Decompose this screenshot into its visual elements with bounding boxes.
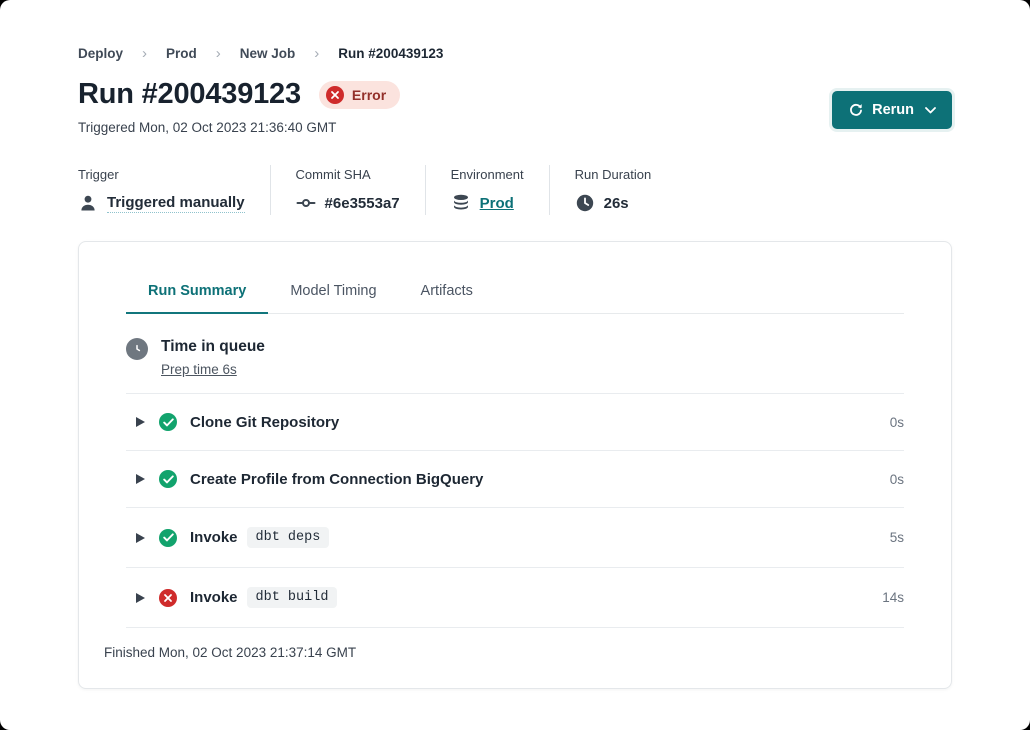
chevron-down-icon [925, 107, 936, 114]
person-icon [78, 193, 98, 213]
caret-right-icon[interactable] [136, 417, 145, 427]
step-row-invoke-dbt-build[interactable]: Invoke dbt build 14s [126, 568, 904, 627]
step-duration: 0s [890, 415, 904, 430]
meta-run-duration: Run Duration 26s [549, 165, 677, 215]
meta-trigger: Trigger Triggered manually [78, 165, 270, 215]
tab-bar: Run Summary Model Timing Artifacts [126, 270, 904, 314]
finished-timestamp: Finished Mon, 02 Oct 2023 21:37:14 GMT [104, 645, 926, 688]
trigger-value[interactable]: Triggered manually [107, 194, 245, 213]
chevron-right-icon: › [142, 45, 147, 62]
error-circle-icon [159, 589, 177, 607]
triggered-timestamp: Triggered Mon, 02 Oct 2023 21:36:40 GMT [78, 120, 952, 135]
step-duration: 5s [890, 530, 904, 545]
breadcrumb-new-job[interactable]: New Job [240, 46, 296, 61]
step-row-invoke-dbt-deps[interactable]: Invoke dbt deps 5s [126, 508, 904, 567]
meta-commit-label: Commit SHA [296, 167, 400, 182]
environment-link[interactable]: Prod [480, 195, 514, 212]
rerun-button-label: Rerun [872, 102, 914, 118]
divider [126, 627, 904, 628]
step-row-create-profile[interactable]: Create Profile from Connection BigQuery … [126, 451, 904, 507]
prep-time-link[interactable]: Prep time 6s [161, 362, 237, 377]
meta-environment: Environment Prod [425, 165, 549, 215]
error-circle-icon [326, 86, 344, 104]
step-command-chip: dbt deps [247, 527, 330, 548]
success-check-icon [159, 413, 177, 431]
breadcrumb-prod[interactable]: Prod [166, 46, 197, 61]
run-summary-card: Run Summary Model Timing Artifacts Time … [78, 241, 952, 689]
status-badge: Error [319, 81, 400, 109]
breadcrumb-current-run: Run #200439123 [338, 46, 443, 61]
caret-right-icon[interactable] [136, 533, 145, 543]
success-check-icon [159, 529, 177, 547]
breadcrumb: Deploy › Prod › New Job › Run #200439123 [78, 45, 952, 62]
step-title: Invoke [190, 529, 238, 546]
meta-duration-label: Run Duration [575, 167, 652, 182]
meta-commit-sha: Commit SHA #6e3553a7 [270, 165, 425, 215]
step-command-chip: dbt build [247, 587, 338, 608]
run-detail-page: Deploy › Prod › New Job › Run #200439123… [0, 0, 1030, 730]
status-badge-label: Error [352, 87, 386, 103]
step-row-clone-git[interactable]: Clone Git Repository 0s [126, 394, 904, 450]
meta-environment-label: Environment [451, 167, 524, 182]
caret-right-icon[interactable] [136, 593, 145, 603]
step-duration: 14s [882, 590, 904, 605]
time-in-queue-section: Time in queue Prep time 6s [126, 314, 904, 393]
page-title: Run #200439123 [78, 78, 301, 111]
step-title: Create Profile from Connection BigQuery [190, 471, 483, 488]
refresh-icon [848, 103, 863, 118]
run-meta-strip: Trigger Triggered manually Commit SHA #6… [78, 165, 952, 215]
commit-icon [296, 193, 316, 213]
caret-right-icon[interactable] [136, 474, 145, 484]
step-title: Clone Git Repository [190, 414, 339, 431]
chevron-right-icon: › [314, 45, 319, 62]
tab-run-summary[interactable]: Run Summary [126, 270, 268, 314]
breadcrumb-deploy[interactable]: Deploy [78, 46, 123, 61]
meta-trigger-label: Trigger [78, 167, 245, 182]
step-duration: 0s [890, 472, 904, 487]
clock-icon [126, 338, 148, 360]
queue-title: Time in queue [161, 338, 265, 356]
chevron-right-icon: › [216, 45, 221, 62]
database-icon [451, 193, 471, 213]
success-check-icon [159, 470, 177, 488]
step-title: Invoke [190, 589, 238, 606]
tab-model-timing[interactable]: Model Timing [268, 270, 398, 314]
title-row: Run #200439123 Error [78, 78, 952, 111]
tab-artifacts[interactable]: Artifacts [399, 270, 495, 314]
commit-sha-value: #6e3553a7 [325, 195, 400, 212]
clock-icon [575, 193, 595, 213]
run-duration-value: 26s [604, 195, 629, 212]
rerun-button[interactable]: Rerun [832, 91, 952, 129]
